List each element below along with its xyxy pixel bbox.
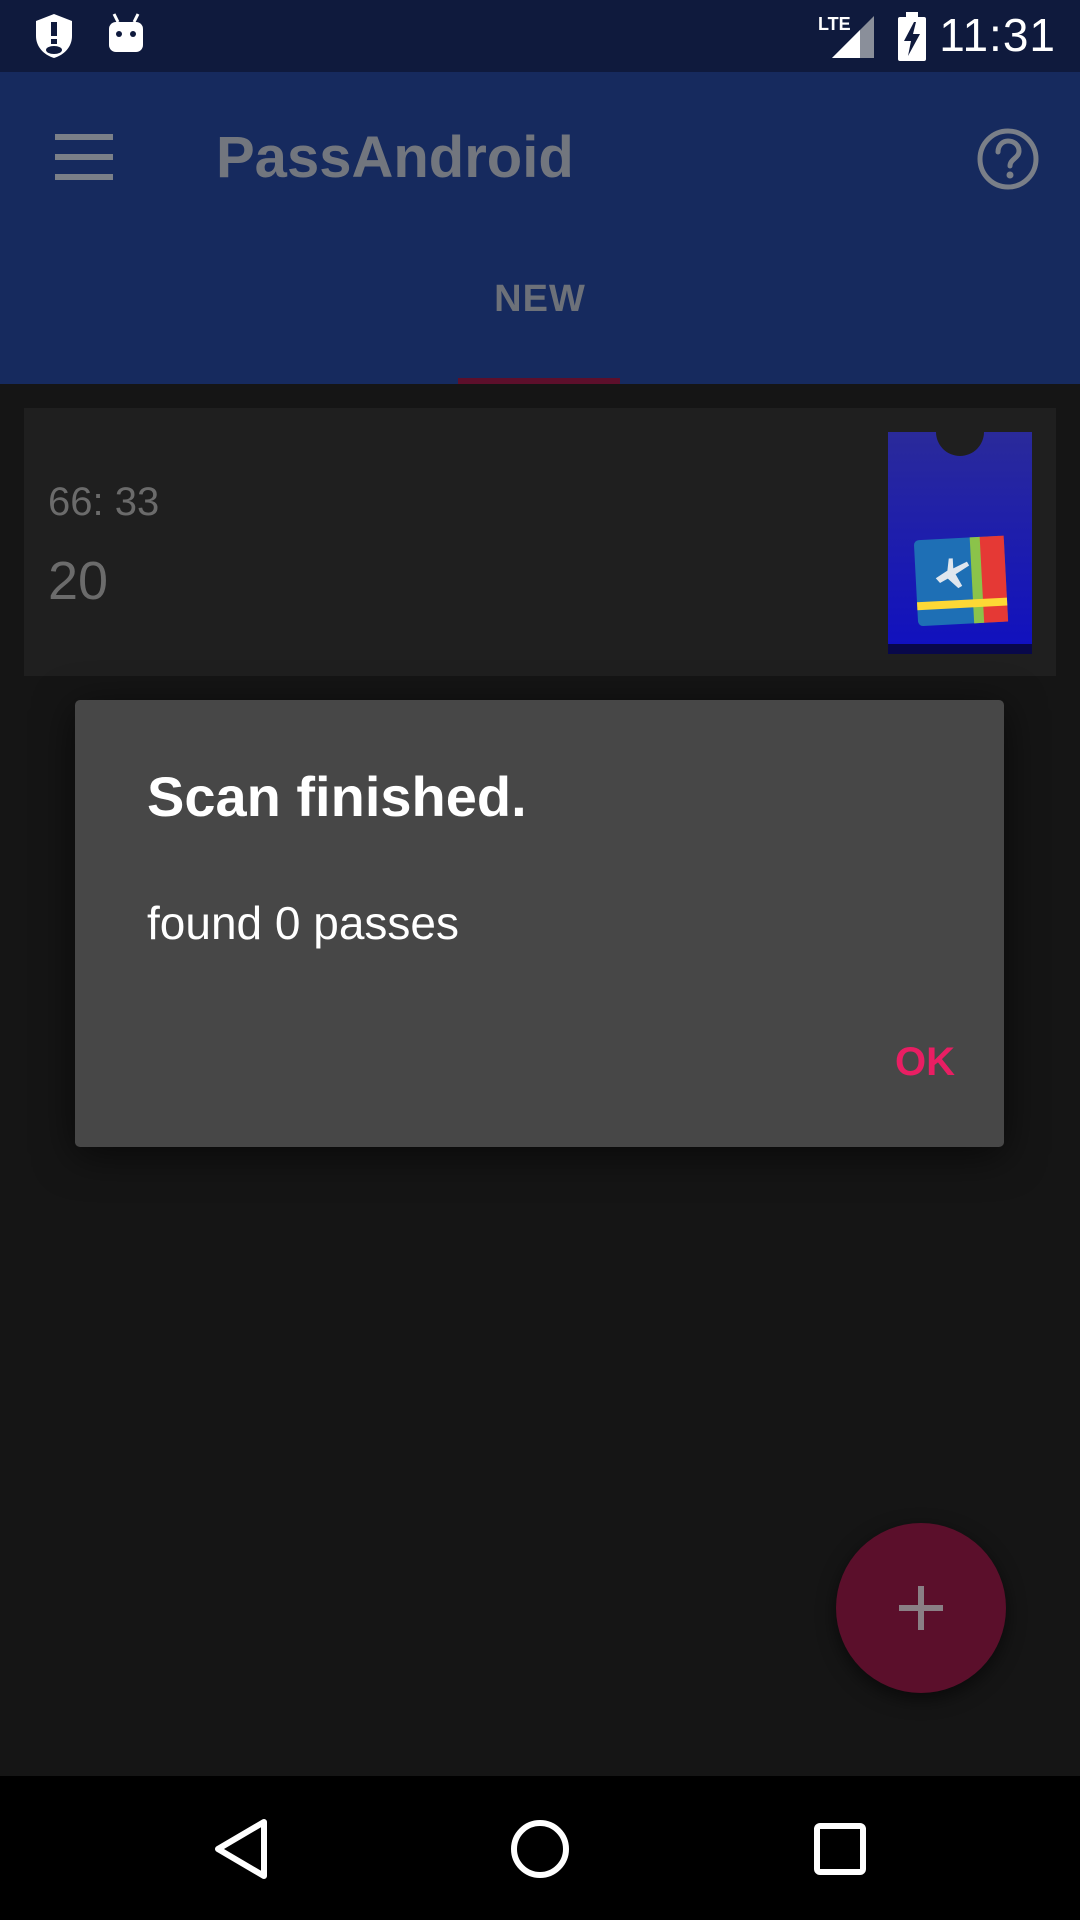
ok-button[interactable]: OK [875,1040,975,1085]
app-bar: PassAndroid NEW [0,72,1080,384]
android-debug-icon [109,13,143,52]
hamburger-menu-icon[interactable] [55,134,113,180]
app-title: PassAndroid [216,125,574,190]
plus-icon [899,1586,943,1630]
back-triangle-icon[interactable] [200,1776,280,1920]
help-circle-icon[interactable] [976,127,1040,191]
recents-square-icon[interactable] [800,1776,880,1920]
vpn-shield-icon [36,14,72,58]
tab-new[interactable]: NEW [400,278,680,321]
home-circle-icon[interactable] [500,1776,580,1920]
scan-finished-dialog: Scan finished. found 0 passes OK [75,700,1004,1147]
tab-indicator [458,378,620,384]
dialog-message: found 0 passes [147,897,460,949]
pass-value: 20 [48,551,109,611]
add-pass-button[interactable] [836,1523,1006,1693]
pass-time: 66: 33 [48,480,160,524]
dialog-title: Scan finished. [147,765,527,828]
pass-list-item[interactable]: 66: 33 20 [24,408,1056,676]
lte-signal-icon: LTE [818,14,874,58]
svg-text:LTE: LTE [818,14,851,34]
navigation-bar [0,1776,1080,1920]
status-bar: LTE 11:31 [0,0,1080,72]
status-time: 11:31 [939,9,1056,61]
boarding-pass-icon [888,432,1032,654]
battery-charging-icon [898,12,926,61]
